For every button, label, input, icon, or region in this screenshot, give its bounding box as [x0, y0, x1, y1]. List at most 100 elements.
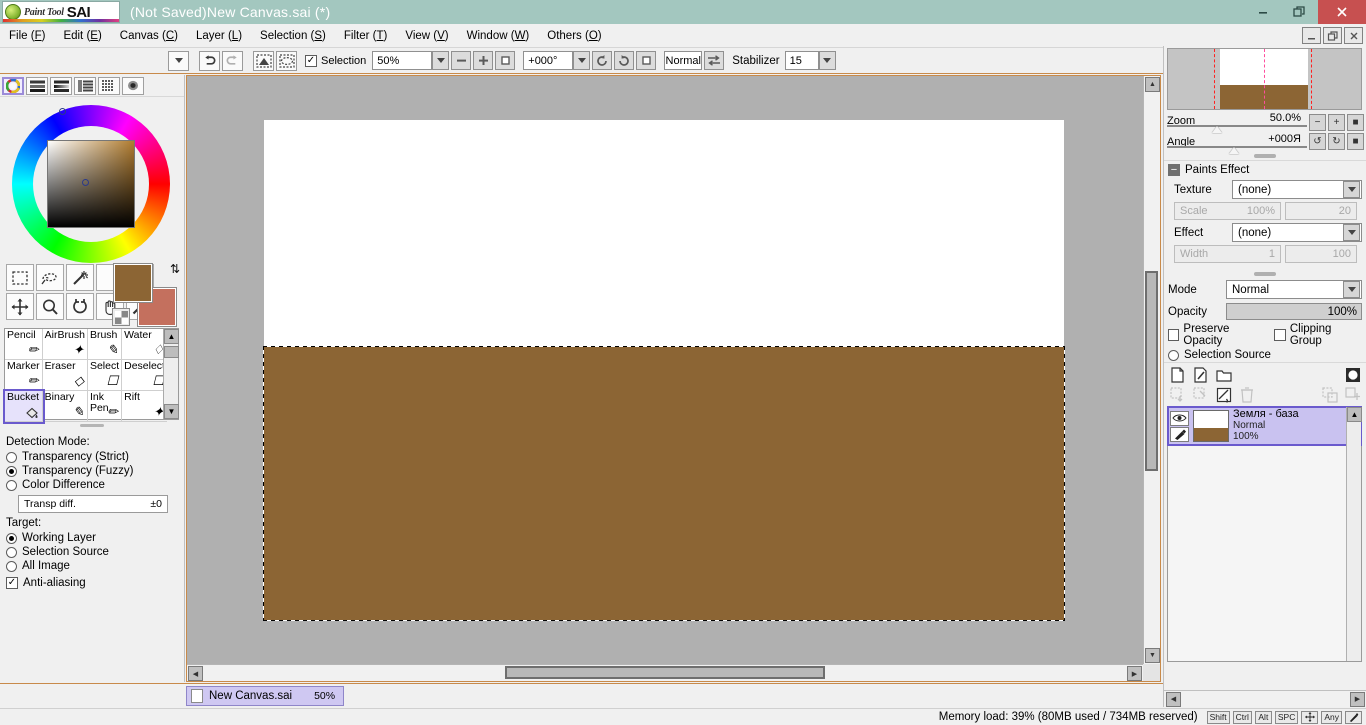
navigator-resize-grip[interactable]: [1164, 152, 1366, 161]
chevron-down-icon[interactable]: [1343, 181, 1360, 198]
new-linework-layer-button[interactable]: [1192, 366, 1209, 383]
chevron-down-icon[interactable]: [1343, 224, 1360, 241]
chevron-down-icon[interactable]: [1343, 281, 1360, 298]
scroll-up-icon[interactable]: ▲: [1347, 407, 1362, 422]
close-button[interactable]: [1318, 0, 1366, 24]
clipping-group-checkbox[interactable]: [1274, 329, 1286, 341]
transparency-swatch[interactable]: [112, 308, 130, 326]
color-wheel-mode-button[interactable]: [2, 76, 24, 95]
radio-button[interactable]: [6, 465, 17, 477]
preserve-opacity-toggle[interactable]: Preserve Opacity: [1168, 323, 1266, 347]
view-mode-field[interactable]: Normal: [664, 51, 703, 70]
brush-pencil[interactable]: Pencil ✏: [5, 329, 43, 360]
scroll-up-icon[interactable]: ▲: [1145, 77, 1160, 92]
rotate-cw-button[interactable]: [614, 51, 635, 70]
panel-resize-grip[interactable]: [4, 421, 179, 429]
anti-aliasing-checkbox[interactable]: ✓: [6, 577, 18, 589]
opacity-slider[interactable]: 100%: [1226, 303, 1362, 320]
layer-mode-select[interactable]: Normal: [1226, 280, 1362, 299]
rotate-reset-button[interactable]: [636, 51, 657, 70]
brush-eraser[interactable]: Eraser ◇: [42, 360, 88, 391]
flip-horizontal-button[interactable]: [704, 51, 725, 70]
scratchpad-mode-button[interactable]: [122, 76, 144, 95]
menu-layer[interactable]: Layer (L): [187, 28, 251, 44]
nav-rotate-cw-button[interactable]: ↻: [1328, 133, 1345, 150]
palette-mode-button[interactable]: [74, 76, 96, 95]
layer-list-scrollbar[interactable]: ▲: [1346, 407, 1362, 661]
mdi-minimize-button[interactable]: [1302, 27, 1321, 44]
menu-others[interactable]: Others (O): [538, 28, 610, 44]
vertical-scrollbar-thumb[interactable]: [1145, 271, 1158, 471]
menu-window[interactable]: Window (W): [458, 28, 539, 44]
zoom-slider-track[interactable]: [1167, 125, 1307, 127]
swatch-grid-mode-button[interactable]: [98, 76, 120, 95]
undo-button[interactable]: [199, 50, 220, 71]
detection-mode-color-difference[interactable]: Color Difference: [6, 479, 178, 491]
maximize-button[interactable]: [1281, 0, 1318, 24]
zoom-tool[interactable]: [36, 293, 64, 320]
menu-view[interactable]: View (V): [396, 28, 457, 44]
zoom-in-button[interactable]: [473, 51, 494, 70]
selection-deselect-button[interactable]: [276, 50, 297, 71]
transp-diff-field[interactable]: Transp diff. ±0: [18, 495, 168, 513]
brush-marker[interactable]: Marker ✏: [5, 360, 43, 391]
brush-list-scrollbar[interactable]: ▲ ▼: [163, 329, 179, 419]
menu-file[interactable]: File (F): [0, 28, 54, 44]
angle-slider-knob[interactable]: [1229, 147, 1239, 154]
rotate-ccw-button[interactable]: [592, 51, 613, 70]
stabilizer-dropdown-button[interactable]: [818, 51, 836, 70]
scroll-right-icon[interactable]: ▶: [1350, 691, 1365, 707]
layer-mask-button[interactable]: [1344, 366, 1361, 383]
selection-invert-button[interactable]: [253, 50, 274, 71]
document-tab[interactable]: New Canvas.sai 50%: [186, 686, 345, 706]
scroll-right-icon[interactable]: ▶: [1127, 666, 1142, 681]
menu-filter[interactable]: Filter (T): [335, 28, 396, 44]
zoom-value-field[interactable]: 50%: [372, 51, 433, 70]
brush-inkpen[interactable]: Ink Pen ✏: [87, 391, 123, 422]
scroll-left-icon[interactable]: ◀: [1166, 691, 1181, 707]
rotate-tool[interactable]: [66, 293, 94, 320]
brush-water[interactable]: Water ♢: [122, 329, 167, 360]
canvas-area[interactable]: ▲ ▼ ◀ ▶: [186, 75, 1161, 682]
rect-select-tool[interactable]: [6, 264, 34, 291]
menu-canvas[interactable]: Canvas (C): [111, 28, 187, 44]
clear-layer-button[interactable]: [1215, 386, 1232, 403]
right-panel-bottom-scrollbar[interactable]: ◀ ▶: [1164, 690, 1366, 707]
nav-rotate-ccw-button[interactable]: ↺: [1309, 133, 1326, 150]
swap-colors-icon[interactable]: ⇅: [170, 262, 180, 276]
mdi-close-button[interactable]: [1344, 27, 1363, 44]
texture-select[interactable]: (none): [1232, 180, 1362, 199]
brush-select[interactable]: Select ☐: [87, 360, 123, 391]
canvas-vertical-scrollbar[interactable]: ▲ ▼: [1143, 76, 1160, 664]
mdi-restore-button[interactable]: [1323, 27, 1342, 44]
minimize-button[interactable]: [1244, 0, 1281, 24]
nav-zoom-reset-button[interactable]: ■: [1347, 114, 1364, 131]
collapse-icon[interactable]: −: [1168, 164, 1180, 176]
color-wheel-picker[interactable]: [0, 97, 185, 263]
zoom-reset-button[interactable]: [495, 51, 516, 70]
canvas-paper[interactable]: [263, 120, 1065, 621]
duplicate-button[interactable]: [1344, 386, 1361, 403]
move-tool[interactable]: [6, 293, 34, 320]
selection-source-toggle[interactable]: Selection Source: [1168, 349, 1271, 361]
transfer-button[interactable]: [1321, 386, 1338, 403]
toolbar-dropdown-button[interactable]: [168, 50, 189, 71]
effect-resize-grip[interactable]: [1164, 269, 1366, 278]
radio-button[interactable]: [6, 451, 17, 463]
zoom-out-button[interactable]: [451, 51, 472, 70]
target-all-image[interactable]: All Image: [6, 560, 178, 572]
brush-binary[interactable]: Binary ✎: [42, 391, 88, 422]
merge-down-button[interactable]: [1169, 386, 1186, 403]
preserve-opacity-checkbox[interactable]: [1168, 329, 1180, 341]
radio-button[interactable]: [6, 532, 17, 544]
primary-color-swatch[interactable]: [113, 263, 153, 303]
new-layer-button[interactable]: [1169, 366, 1186, 383]
rgb-sliders-mode-button[interactable]: [26, 76, 48, 95]
nav-zoom-in-button[interactable]: +: [1328, 114, 1345, 131]
detection-mode-fuzzy[interactable]: Transparency (Fuzzy): [6, 465, 178, 477]
brush-brush[interactable]: Brush ✎: [87, 329, 123, 360]
merge-visible-button[interactable]: [1192, 386, 1209, 403]
selection-checkbox[interactable]: ✓: [305, 54, 317, 67]
brush-deselect[interactable]: Deselect ☐: [122, 360, 167, 391]
radio-button[interactable]: [6, 546, 17, 558]
